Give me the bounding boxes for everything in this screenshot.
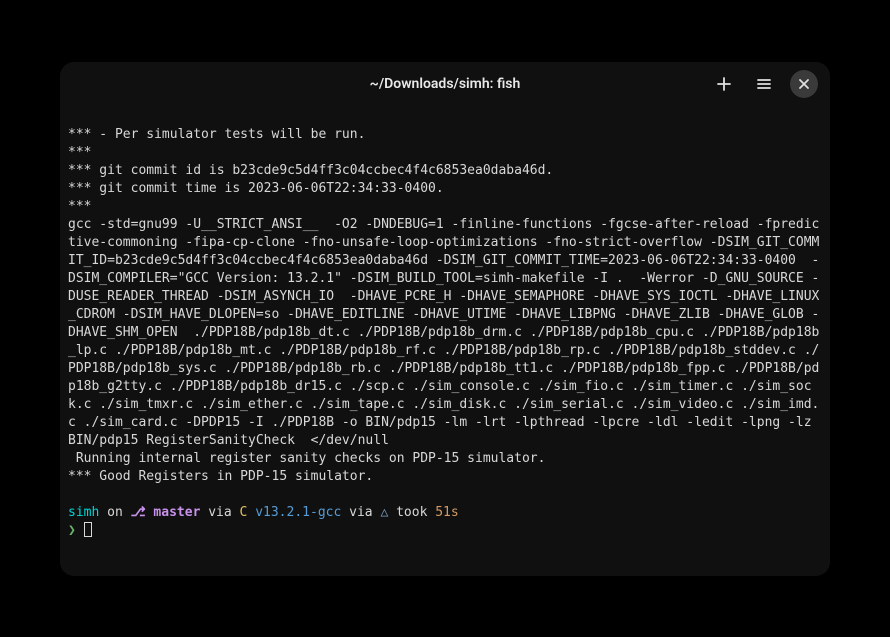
prompt-caret: ❯ bbox=[68, 523, 76, 538]
prompt-branch: master bbox=[146, 505, 201, 520]
hamburger-icon bbox=[756, 76, 772, 92]
output-line: *** git commit time is 2023-06-06T22:34:… bbox=[68, 181, 444, 196]
output-line: Running internal register sanity checks … bbox=[68, 451, 545, 466]
prompt-input-line[interactable]: ❯ bbox=[68, 522, 822, 540]
window-title: ~/Downloads/simh: fish bbox=[370, 76, 521, 92]
prompt-lang: C bbox=[240, 505, 256, 520]
output-line: BIN/pdp15 RegisterSanityCheck </dev/null bbox=[68, 433, 389, 448]
prompt-via: via bbox=[200, 505, 239, 520]
prompt-via: via bbox=[341, 505, 380, 520]
branch-icon: ⎇ bbox=[131, 505, 146, 520]
new-tab-button[interactable] bbox=[710, 70, 738, 98]
close-button[interactable] bbox=[790, 70, 818, 98]
output-line: *** bbox=[68, 145, 91, 160]
close-icon bbox=[798, 78, 810, 90]
plus-icon bbox=[716, 76, 732, 92]
prompt-on: on bbox=[99, 505, 130, 520]
output-line: *** git commit id is b23cde9c5d4ff3c04cc… bbox=[68, 163, 553, 178]
prompt-dir: simh bbox=[68, 505, 99, 520]
cursor bbox=[84, 522, 92, 537]
terminal-window: ~/Downloads/simh: fish *** - Per simulat… bbox=[60, 62, 830, 576]
titlebar: ~/Downloads/simh: fish bbox=[60, 62, 830, 106]
output-line: *** Good Registers in PDP-15 simulator. bbox=[68, 469, 373, 484]
output-line: *** - Per simulator tests will be run. bbox=[68, 127, 365, 142]
prompt-took: took bbox=[388, 505, 435, 520]
prompt-time: 51s bbox=[435, 505, 458, 520]
prompt: simh on ⎇ master via C v13.2.1-gcc via △… bbox=[68, 504, 822, 522]
terminal-output[interactable]: *** - Per simulator tests will be run. *… bbox=[60, 106, 830, 576]
output-line: *** bbox=[68, 199, 91, 214]
menu-button[interactable] bbox=[750, 70, 778, 98]
output-line: gcc -std=gnu99 -U__STRICT_ANSI__ -O2 -DN… bbox=[68, 217, 819, 430]
window-controls bbox=[710, 70, 818, 98]
prompt-ver: v13.2.1-gcc bbox=[255, 505, 341, 520]
